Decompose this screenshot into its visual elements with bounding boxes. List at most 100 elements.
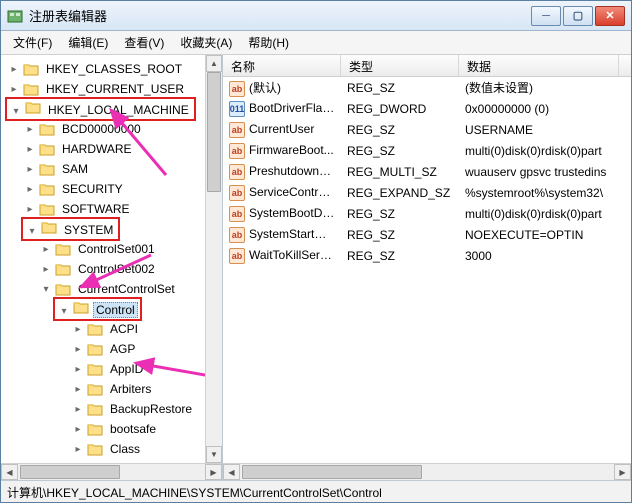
expander-icon[interactable]: ▸: [71, 322, 85, 336]
close-button[interactable]: ✕: [595, 6, 625, 26]
expander-icon[interactable]: ▸: [71, 442, 85, 456]
value-name[interactable]: abFirmwareBoot...: [223, 143, 341, 159]
scroll-left-icon[interactable]: ◀: [1, 464, 18, 480]
menu-file[interactable]: 文件(F): [5, 31, 60, 54]
tree-item-appid[interactable]: ▸ AppID: [3, 359, 205, 379]
tree-label-control[interactable]: Control: [93, 302, 138, 318]
list-row[interactable]: abServiceControl... REG_EXPAND_SZ %syste…: [223, 182, 631, 203]
tree-label-ccs[interactable]: CurrentControlSet: [75, 281, 178, 297]
expander-icon[interactable]: ▸: [71, 342, 85, 356]
expander-icon[interactable]: ▸: [23, 142, 37, 156]
expander-icon[interactable]: ▾: [57, 304, 71, 318]
scroll-right-icon[interactable]: ▶: [614, 464, 631, 480]
tree-item-cs002[interactable]: ▸ ControlSet002: [3, 259, 205, 279]
tree-label-sam[interactable]: SAM: [59, 161, 91, 177]
expander-icon[interactable]: ▸: [23, 202, 37, 216]
tree-item-bcd[interactable]: ▸ BCD00000000: [3, 119, 205, 139]
tree-scroll[interactable]: ▸ HKEY_CLASSES_ROOT ▸ HKEY_CURRENT_USER ▾ HKE…: [1, 55, 205, 463]
expander-icon[interactable]: ▸: [71, 362, 85, 376]
column-type[interactable]: 类型: [341, 55, 459, 76]
tree-label-class[interactable]: Class: [107, 441, 143, 457]
list-row[interactable]: abPreshutdownO... REG_MULTI_SZ wuauserv …: [223, 161, 631, 182]
tree-label-bcd[interactable]: BCD00000000: [59, 121, 144, 137]
value-name[interactable]: abCurrentUser: [223, 122, 341, 138]
tree-item-class[interactable]: ▸ Class: [3, 439, 205, 459]
list-hscrollbar[interactable]: ◀ ▶: [223, 463, 631, 480]
value-name[interactable]: 011BootDriverFlags: [223, 101, 341, 117]
menu-edit[interactable]: 编辑(E): [60, 31, 116, 54]
tree-item-hardware[interactable]: ▸ HARDWARE: [3, 139, 205, 159]
tree-item-cs001[interactable]: ▸ ControlSet001: [3, 239, 205, 259]
list-row[interactable]: abFirmwareBoot... REG_SZ multi(0)disk(0)…: [223, 140, 631, 161]
column-data[interactable]: 数据: [459, 55, 619, 76]
tree-item-sam[interactable]: ▸ SAM: [3, 159, 205, 179]
tree-item-hklm[interactable]: ▾ HKEY_LOCAL_MACHINE: [3, 99, 205, 119]
tree-item-agp[interactable]: ▸ AGP: [3, 339, 205, 359]
tree-label-hklm[interactable]: HKEY_LOCAL_MACHINE: [45, 102, 192, 118]
expander-icon[interactable]: ▸: [23, 122, 37, 136]
tree-label-security[interactable]: SECURITY: [59, 181, 126, 197]
tree-label-arbiters[interactable]: Arbiters: [107, 381, 154, 397]
tree-label-hkcr[interactable]: HKEY_CLASSES_ROOT: [43, 61, 185, 77]
value-name[interactable]: abServiceControl...: [223, 185, 341, 201]
tree-item-system[interactable]: ▾ SYSTEM: [3, 219, 205, 239]
expander-icon[interactable]: ▾: [9, 104, 23, 118]
minimize-button[interactable]: ─: [531, 6, 561, 26]
column-name[interactable]: 名称: [223, 55, 341, 76]
maximize-button[interactable]: ▢: [563, 6, 593, 26]
scroll-thumb[interactable]: [207, 72, 221, 192]
expander-icon[interactable]: ▸: [39, 242, 53, 256]
list-row[interactable]: abSystemStartOp... REG_SZ NOEXECUTE=OPTI…: [223, 224, 631, 245]
tree-item-backuprestore[interactable]: ▸ BackupRestore: [3, 399, 205, 419]
tree-item-arbiters[interactable]: ▸ Arbiters: [3, 379, 205, 399]
tree-label-cs001[interactable]: ControlSet001: [75, 241, 158, 257]
tree-item-hkcr[interactable]: ▸ HKEY_CLASSES_ROOT: [3, 59, 205, 79]
tree-label-system[interactable]: SYSTEM: [61, 222, 116, 238]
tree-label-acpi[interactable]: ACPI: [107, 321, 141, 337]
scroll-up-icon[interactable]: ▲: [206, 55, 222, 72]
scroll-right-icon[interactable]: ▶: [205, 464, 222, 480]
scroll-left-icon[interactable]: ◀: [223, 464, 240, 480]
expander-icon[interactable]: ▸: [39, 262, 53, 276]
tree-label-bootsafe[interactable]: bootsafe: [107, 421, 159, 437]
value-name[interactable]: abWaitToKillServi...: [223, 248, 341, 264]
expander-icon[interactable]: ▸: [23, 162, 37, 176]
scroll-down-icon[interactable]: ▼: [206, 446, 222, 463]
expander-icon[interactable]: ▸: [7, 82, 21, 96]
list-row[interactable]: 011BootDriverFlags REG_DWORD 0x00000000 …: [223, 98, 631, 119]
tree-item-acpi[interactable]: ▸ ACPI: [3, 319, 205, 339]
list-row[interactable]: ab(默认) REG_SZ (数值未设置): [223, 77, 631, 98]
list-body[interactable]: ab(默认) REG_SZ (数值未设置) 011BootDriverFlags…: [223, 77, 631, 463]
expander-icon[interactable]: ▸: [71, 402, 85, 416]
tree-hscrollbar[interactable]: ◀ ▶: [1, 463, 222, 480]
menu-view[interactable]: 查看(V): [116, 31, 172, 54]
tree-label-backuprestore[interactable]: BackupRestore: [107, 401, 195, 417]
tree-vscrollbar[interactable]: ▲ ▼: [205, 55, 222, 463]
menu-favorites[interactable]: 收藏夹(A): [172, 31, 240, 54]
tree-label-appid[interactable]: AppID: [107, 361, 146, 377]
tree-label-software[interactable]: SOFTWARE: [59, 201, 133, 217]
expander-icon[interactable]: ▸: [7, 62, 21, 76]
tree-label-hkcu[interactable]: HKEY_CURRENT_USER: [43, 81, 187, 97]
scroll-thumb[interactable]: [20, 465, 120, 479]
expander-icon[interactable]: ▸: [71, 382, 85, 396]
list-row[interactable]: abWaitToKillServi... REG_SZ 3000: [223, 245, 631, 266]
tree-label-agp[interactable]: AGP: [107, 341, 138, 357]
scroll-thumb[interactable]: [242, 465, 422, 479]
tree-label-cs002[interactable]: ControlSet002: [75, 261, 158, 277]
list-row[interactable]: abCurrentUser REG_SZ USERNAME: [223, 119, 631, 140]
tree-item-control[interactable]: ▾ Control: [3, 299, 205, 319]
expander-icon[interactable]: ▸: [23, 182, 37, 196]
expander-icon[interactable]: ▾: [25, 224, 39, 238]
tree-item-bootsafe[interactable]: ▸ bootsafe: [3, 419, 205, 439]
menu-help[interactable]: 帮助(H): [240, 31, 297, 54]
titlebar[interactable]: 注册表编辑器 ─ ▢ ✕: [1, 1, 631, 31]
expander-icon[interactable]: ▸: [71, 422, 85, 436]
value-name[interactable]: ab(默认): [223, 79, 341, 97]
value-name[interactable]: abSystemBootDe...: [223, 206, 341, 222]
value-name[interactable]: abSystemStartOp...: [223, 227, 341, 243]
tree-item-security[interactable]: ▸ SECURITY: [3, 179, 205, 199]
value-name[interactable]: abPreshutdownO...: [223, 164, 341, 180]
tree-label-hardware[interactable]: HARDWARE: [59, 141, 135, 157]
list-row[interactable]: abSystemBootDe... REG_SZ multi(0)disk(0)…: [223, 203, 631, 224]
